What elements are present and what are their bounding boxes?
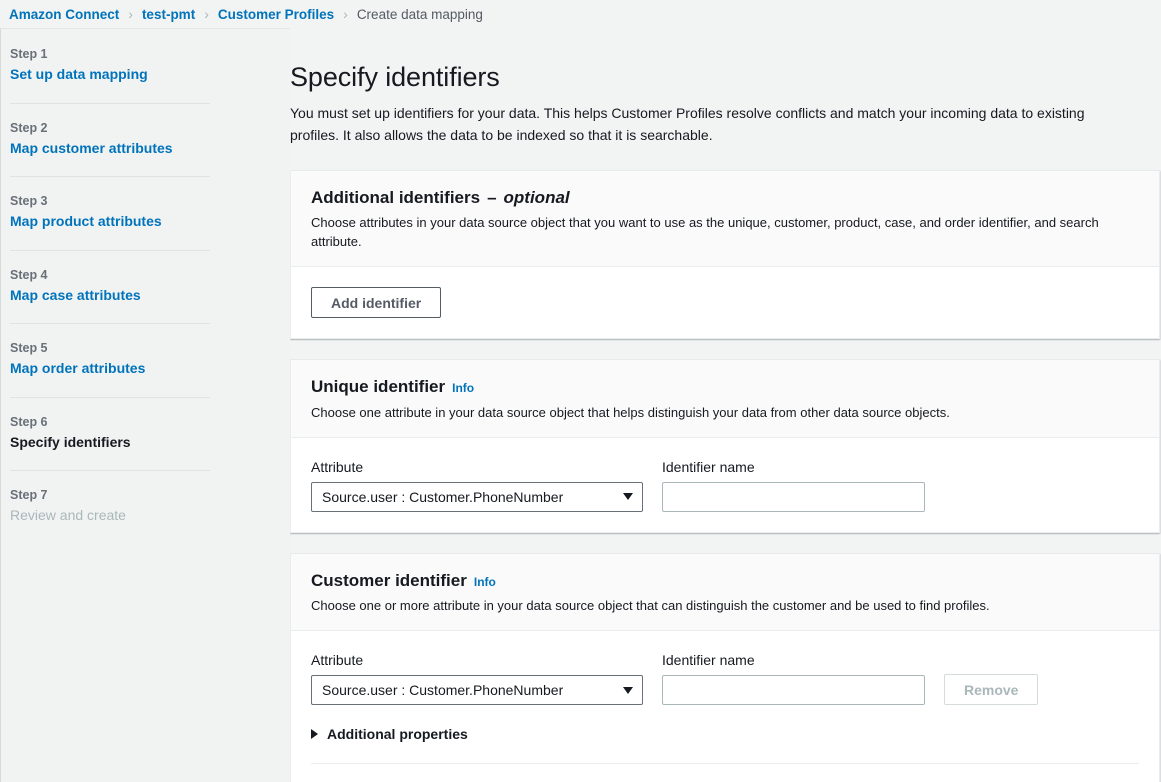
customer-identifier-divider: [311, 763, 1139, 764]
sidebar-divider: [10, 250, 210, 251]
unique-identifier-name-field: Identifier name: [662, 458, 925, 512]
additional-identifiers-title-text: Additional identifiers: [311, 187, 480, 208]
sidebar-divider: [10, 323, 210, 324]
unique-identifier-body: Attribute Source.user : Customer.PhoneNu…: [291, 438, 1159, 532]
unique-identifier-name-input[interactable]: [662, 482, 925, 512]
customer-identifier-body: Attribute Source.user : Customer.PhoneNu…: [291, 631, 1159, 782]
sidebar-divider: [10, 397, 210, 398]
wizard-steps-sidebar: Step 1 Set up data mapping Step 2 Map cu…: [0, 28, 290, 782]
customer-identifier-attribute-field: Attribute Source.user : Customer.PhoneNu…: [311, 651, 643, 705]
unique-identifier-attribute-field: Attribute Source.user : Customer.PhoneNu…: [311, 458, 643, 512]
customer-identifier-card: Customer identifier Info Choose one or m…: [290, 553, 1160, 782]
unique-identifier-attribute-select[interactable]: Source.user : Customer.PhoneNumber: [311, 482, 643, 512]
customer-identifier-name-input[interactable]: [662, 675, 925, 705]
customer-identifier-attribute-value: Source.user : Customer.PhoneNumber: [322, 682, 563, 698]
sidebar-step-6-title: Specify identifiers: [10, 434, 210, 452]
sidebar-step-4-title[interactable]: Map case attributes: [10, 287, 210, 305]
breadcrumb-separator-icon: ›: [343, 7, 348, 21]
sidebar-step-3: Step 3 Map product attributes: [10, 194, 290, 231]
additional-identifiers-description: Choose attributes in your data source ob…: [311, 213, 1139, 251]
chevron-right-icon: [311, 729, 318, 739]
additional-identifiers-body: Add identifier: [291, 267, 1159, 338]
sidebar-divider: [10, 103, 210, 104]
breadcrumb-item-customer-profiles[interactable]: Customer Profiles: [218, 7, 334, 22]
unique-identifier-attribute-label: Attribute: [311, 458, 643, 476]
unique-identifier-title-text: Unique identifier: [311, 376, 445, 397]
additional-identifiers-title: Additional identifiers – optional: [311, 187, 1139, 208]
breadcrumb-item-test-pmt[interactable]: test-pmt: [142, 7, 195, 22]
chevron-down-icon: [623, 687, 633, 694]
breadcrumb-separator-icon: ›: [128, 7, 133, 21]
sidebar-step-4: Step 4 Map case attributes: [10, 268, 290, 305]
breadcrumb: Amazon Connect › test-pmt › Customer Pro…: [0, 0, 1161, 28]
optional-badge: optional: [504, 187, 570, 208]
sidebar-step-2: Step 2 Map customer attributes: [10, 121, 290, 158]
customer-identifier-title: Customer identifier Info: [311, 570, 1139, 591]
page-shell: Step 1 Set up data mapping Step 2 Map cu…: [0, 28, 1161, 782]
customer-identifier-header: Customer identifier Info Choose one or m…: [291, 554, 1159, 631]
customer-identifier-title-text: Customer identifier: [311, 570, 467, 591]
customer-identifier-name-field: Identifier name: [662, 651, 925, 705]
sidebar-step-2-number: Step 2: [10, 121, 210, 135]
sidebar-step-7-title: Review and create: [10, 507, 210, 525]
unique-identifier-title: Unique identifier Info: [311, 376, 1139, 397]
unique-identifier-info-link[interactable]: Info: [452, 381, 474, 396]
sidebar-step-7: Step 7 Review and create: [10, 488, 290, 525]
remove-customer-identifier-button: Remove: [944, 674, 1038, 705]
sidebar-divider: [10, 176, 210, 177]
sidebar-step-2-title[interactable]: Map customer attributes: [10, 140, 210, 158]
unique-identifier-card: Unique identifier Info Choose one attrib…: [290, 359, 1160, 532]
page-title: Specify identifiers: [290, 62, 1152, 93]
sidebar-step-3-title[interactable]: Map product attributes: [10, 213, 210, 231]
customer-identifier-attribute-label: Attribute: [311, 651, 643, 669]
breadcrumb-item-amazon-connect[interactable]: Amazon Connect: [9, 7, 119, 22]
sidebar-divider: [10, 470, 210, 471]
sidebar-step-1-number: Step 1: [10, 47, 210, 61]
customer-identifier-attribute-select[interactable]: Source.user : Customer.PhoneNumber: [311, 675, 643, 705]
sidebar-step-6: Step 6 Specify identifiers: [10, 415, 290, 452]
sidebar-step-5-number: Step 5: [10, 341, 210, 355]
sidebar-step-3-number: Step 3: [10, 194, 210, 208]
sidebar-step-6-number: Step 6: [10, 415, 210, 429]
page-description: You must set up identifiers for your dat…: [290, 102, 1120, 146]
add-identifier-button[interactable]: Add identifier: [311, 287, 441, 318]
chevron-down-icon: [623, 493, 633, 500]
sidebar-step-5-title[interactable]: Map order attributes: [10, 360, 210, 378]
main-content: Specify identifiers You must set up iden…: [290, 28, 1161, 782]
sidebar-step-1-title[interactable]: Set up data mapping: [10, 66, 210, 84]
breadcrumb-separator-icon: ›: [204, 7, 209, 21]
additional-identifiers-card: Additional identifiers – optional Choose…: [290, 170, 1160, 339]
unique-identifier-attribute-value: Source.user : Customer.PhoneNumber: [322, 489, 563, 505]
unique-identifier-description: Choose one attribute in your data source…: [311, 403, 1139, 422]
breadcrumb-item-create-data-mapping: Create data mapping: [357, 7, 483, 22]
unique-identifier-name-label: Identifier name: [662, 458, 925, 476]
additional-properties-toggle[interactable]: Additional properties: [311, 727, 468, 741]
title-dash: –: [487, 187, 496, 208]
additional-identifiers-header: Additional identifiers – optional Choose…: [291, 171, 1159, 267]
customer-identifier-info-link[interactable]: Info: [474, 575, 496, 590]
sidebar-step-7-number: Step 7: [10, 488, 210, 502]
sidebar-step-5: Step 5 Map order attributes: [10, 341, 290, 378]
customer-identifier-description: Choose one or more attribute in your dat…: [311, 596, 1139, 615]
customer-identifier-field-row: Attribute Source.user : Customer.PhoneNu…: [311, 651, 1139, 705]
unique-identifier-field-row: Attribute Source.user : Customer.PhoneNu…: [311, 458, 1139, 512]
customer-identifier-name-label: Identifier name: [662, 651, 925, 669]
sidebar-step-1: Step 1 Set up data mapping: [10, 47, 290, 84]
sidebar-step-4-number: Step 4: [10, 268, 210, 282]
additional-properties-label: Additional properties: [327, 727, 468, 741]
unique-identifier-header: Unique identifier Info Choose one attrib…: [291, 360, 1159, 437]
